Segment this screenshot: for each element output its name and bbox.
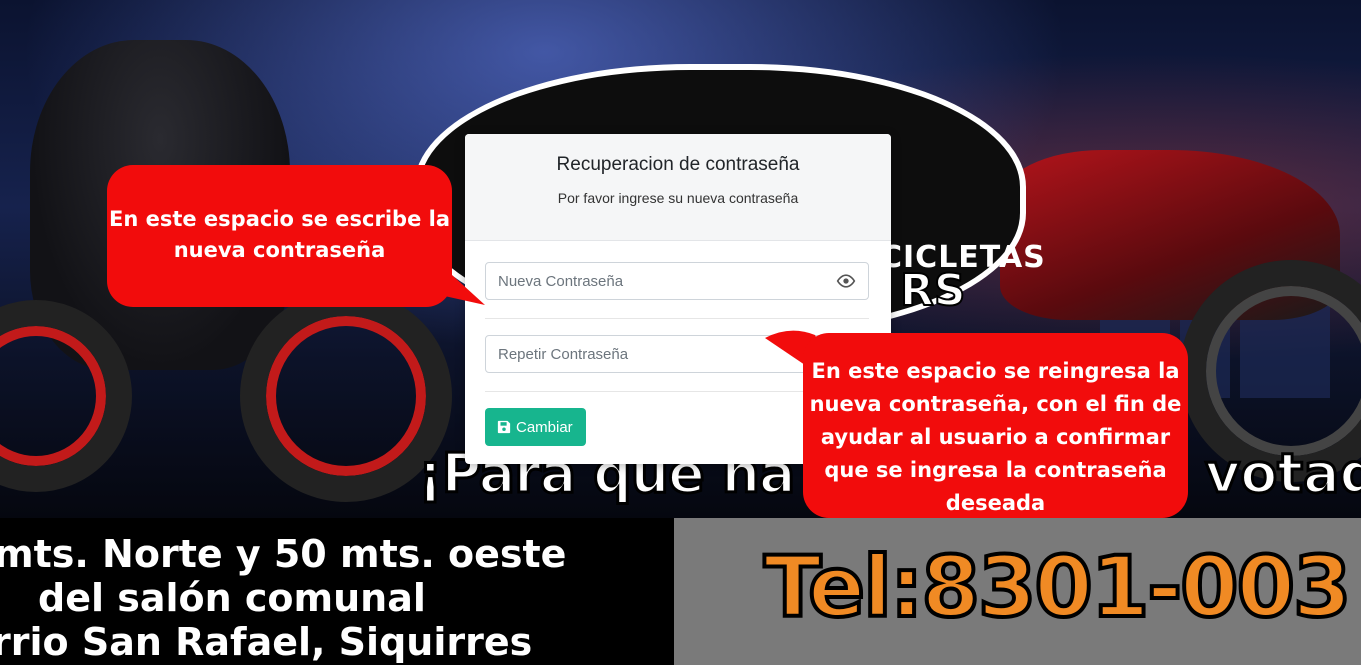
save-icon [497, 420, 511, 434]
new-password-callout: En este espacio se escribe la nueva cont… [107, 165, 452, 307]
phone-banner: Tel:8301-003 [674, 518, 1361, 665]
eye-icon[interactable] [836, 273, 856, 289]
card-title: Recuperacion de contraseña [556, 154, 800, 175]
address-line: rrio San Rafael, Siquirres [0, 620, 533, 664]
address-banner: mts. Norte y 50 mts. oeste del salón com… [0, 518, 674, 665]
slogan-text: votad [1203, 441, 1361, 507]
button-label: Cambiar [516, 418, 573, 436]
repeat-password-callout: En este espacio se reingresa la nueva co… [803, 333, 1188, 518]
phone-number: Tel:8301-003 [762, 536, 1353, 638]
change-password-button[interactable]: Cambiar [485, 408, 586, 446]
logo-text: RS [899, 264, 967, 317]
card-header: Recuperacion de contraseña Por favor ing… [465, 134, 891, 241]
address-line: mts. Norte y 50 mts. oeste [0, 532, 567, 576]
address-line: del salón comunal [38, 576, 426, 620]
new-password-field [485, 262, 869, 300]
card-subtitle: Por favor ingrese su nueva contraseña [557, 190, 799, 206]
new-password-input[interactable] [486, 263, 840, 299]
divider [485, 318, 869, 319]
